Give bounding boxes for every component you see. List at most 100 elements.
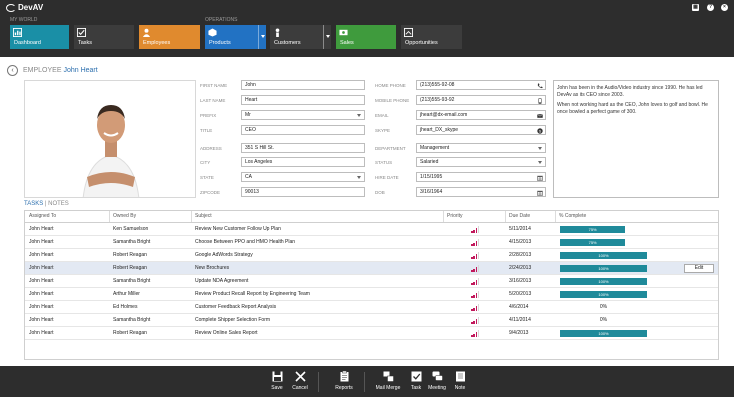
calendar-icon[interactable] xyxy=(537,190,543,196)
tile-sales[interactable]: Sales xyxy=(336,25,396,49)
progress-bar: 75% xyxy=(560,239,626,246)
progress-text: 0% xyxy=(599,317,608,323)
skype-field[interactable]: jheart_DX_skype S xyxy=(416,125,546,135)
tile-products[interactable]: Products xyxy=(205,25,266,49)
calendar-icon[interactable] xyxy=(537,175,543,181)
products-dropdown-toggle[interactable] xyxy=(258,25,266,49)
cancel-label: Cancel xyxy=(292,385,308,391)
due-date-cell: 4/15/2013 xyxy=(509,239,532,245)
note-icon xyxy=(455,371,465,382)
tile-customers[interactable]: Customers xyxy=(270,25,331,49)
city-field[interactable]: Los Angeles xyxy=(241,157,365,167)
tile-dashboard[interactable]: Dashboard xyxy=(10,25,69,49)
table-row[interactable]: John Heart Samantha Bright Complete Shippe… xyxy=(25,314,718,327)
page-title-prefix: EMPLOYEE xyxy=(23,67,62,74)
first-name-value: John xyxy=(245,82,256,88)
home-phone-field[interactable]: (213)555-92-08 xyxy=(416,80,546,90)
mobile-phone-field[interactable]: (213)555-93-92 xyxy=(416,95,546,105)
status-select[interactable]: Salaried xyxy=(416,157,546,167)
note-button[interactable]: Note xyxy=(447,371,473,395)
zipcode-label: ZIPCODE xyxy=(200,190,221,195)
hire-date-field[interactable]: 1/15/1995 xyxy=(416,172,546,182)
customers-dropdown-toggle[interactable] xyxy=(323,25,331,49)
tile-label: Products xyxy=(209,40,231,46)
assigned-to-cell: John Heart xyxy=(29,304,54,310)
navigation-ribbon: MY WORLD OPERATIONS Dashboard Tasks Empl… xyxy=(0,15,734,57)
subject-cell: Update NDA Agreement xyxy=(195,278,249,284)
first-name-field[interactable]: John xyxy=(241,80,365,90)
tile-tasks[interactable]: Tasks xyxy=(74,25,134,49)
bottom-toolbar: Save Cancel Reports Mail Merge Task Meet… xyxy=(0,366,734,397)
mail-icon[interactable] xyxy=(537,113,543,119)
grid-icon[interactable]: ▦ xyxy=(692,4,699,11)
table-row[interactable]: John Heart Arthur Miller Review Product Re… xyxy=(25,288,718,301)
note-label: Note xyxy=(454,385,466,391)
tile-employees[interactable]: Employees xyxy=(139,25,200,49)
email-field[interactable]: jheart@dx-email.com xyxy=(416,110,546,120)
toolbar-divider xyxy=(364,372,365,392)
sales-icon xyxy=(339,29,348,36)
table-row[interactable]: John Heart Robert Reagan Review Online Sal… xyxy=(25,327,718,340)
state-select[interactable]: CA xyxy=(241,172,365,182)
priority-icon xyxy=(471,291,480,298)
column-header-percent-complete[interactable]: % Complete xyxy=(559,211,586,222)
tile-opportunities[interactable]: Opportunities xyxy=(401,25,462,49)
due-date-cell: 2/24/2013 xyxy=(509,265,532,271)
column-header-assigned-to[interactable]: Assigned To xyxy=(29,211,56,222)
owned-by-cell: Robert Reagan xyxy=(113,252,147,258)
assigned-to-cell: John Heart xyxy=(29,317,54,323)
close-icon[interactable]: × xyxy=(721,4,728,11)
title-bar: DevAV ▦ ? × xyxy=(0,0,734,15)
owned-by-cell: Samantha Bright xyxy=(113,239,151,245)
tile-label: Sales xyxy=(340,40,354,46)
table-row[interactable]: John Heart Samantha Bright Update NDA Agre… xyxy=(25,275,718,288)
meeting-icon xyxy=(432,371,443,381)
dob-value: 3/16/1964 xyxy=(420,189,443,195)
title-field[interactable]: CEO xyxy=(241,125,365,135)
column-divider xyxy=(505,211,506,222)
assigned-to-cell: John Heart xyxy=(29,291,54,297)
back-button[interactable]: ‹ xyxy=(7,65,18,76)
help-icon[interactable]: ? xyxy=(707,4,714,11)
table-row[interactable]: John Heart Ed Holmes Customer Feedback Rep… xyxy=(25,301,718,314)
first-name-label: FIRST NAME xyxy=(200,83,228,88)
mail-merge-button[interactable]: Mail Merge xyxy=(372,371,404,395)
mail-merge-label: Mail Merge xyxy=(375,385,401,391)
prefix-select[interactable]: Mr xyxy=(241,110,365,120)
column-header-owned-by[interactable]: Owned By xyxy=(113,211,136,222)
cancel-button[interactable]: Cancel xyxy=(287,371,313,395)
table-row[interactable]: John Heart Robert Reagan Google AdWords St… xyxy=(25,249,718,262)
edit-button[interactable]: Edit xyxy=(684,263,714,273)
subject-cell: Choose Between PPO and HMO Health Plan xyxy=(195,239,296,245)
assigned-to-cell: John Heart xyxy=(29,265,54,271)
tab-tasks[interactable]: TASKS xyxy=(24,201,43,207)
skype-icon[interactable]: S xyxy=(537,127,543,134)
dob-field[interactable]: 3/16/1964 xyxy=(416,187,546,197)
mail-merge-icon xyxy=(383,371,394,382)
progress-bar: 100% xyxy=(560,278,647,285)
group-label-my-world: MY WORLD xyxy=(10,17,38,23)
address-field[interactable]: 351 S Hill St. xyxy=(241,143,365,153)
employee-bio[interactable]: John has been in the Audio/Video industr… xyxy=(553,80,719,198)
mobile-phone-label: MOBILE PHONE xyxy=(375,98,410,103)
table-row[interactable]: John Heart Robert Reagan New Brochures 2/24… xyxy=(25,262,718,275)
home-phone-value: (213)555-92-08 xyxy=(420,82,455,88)
tile-label: Employees xyxy=(143,40,171,46)
column-header-priority[interactable]: Priority xyxy=(447,211,463,222)
tasks-grid: Assigned To Owned By Subject Priority Du… xyxy=(24,210,719,360)
subject-cell: Customer Feedback Report Analysis xyxy=(195,304,277,310)
tab-separator: | xyxy=(44,201,47,207)
column-header-due-date[interactable]: Due Date xyxy=(509,211,530,222)
zipcode-field[interactable]: 90013 xyxy=(241,187,365,197)
title-value: CEO xyxy=(245,127,256,133)
table-row[interactable]: John Heart Ken Samuelson Review New Custom… xyxy=(25,223,718,236)
reports-button[interactable]: Reports xyxy=(331,371,357,395)
last-name-field[interactable]: Heart xyxy=(241,95,365,105)
column-header-subject[interactable]: Subject xyxy=(195,211,212,222)
tab-notes[interactable]: NOTES xyxy=(48,201,69,207)
table-row[interactable]: John Heart Samantha Bright Choose Between … xyxy=(25,236,718,249)
department-select[interactable]: Management xyxy=(416,143,546,153)
mobile-icon[interactable] xyxy=(537,97,543,104)
phone-icon[interactable] xyxy=(537,83,543,89)
department-label: DEPARTMENT xyxy=(375,146,406,151)
